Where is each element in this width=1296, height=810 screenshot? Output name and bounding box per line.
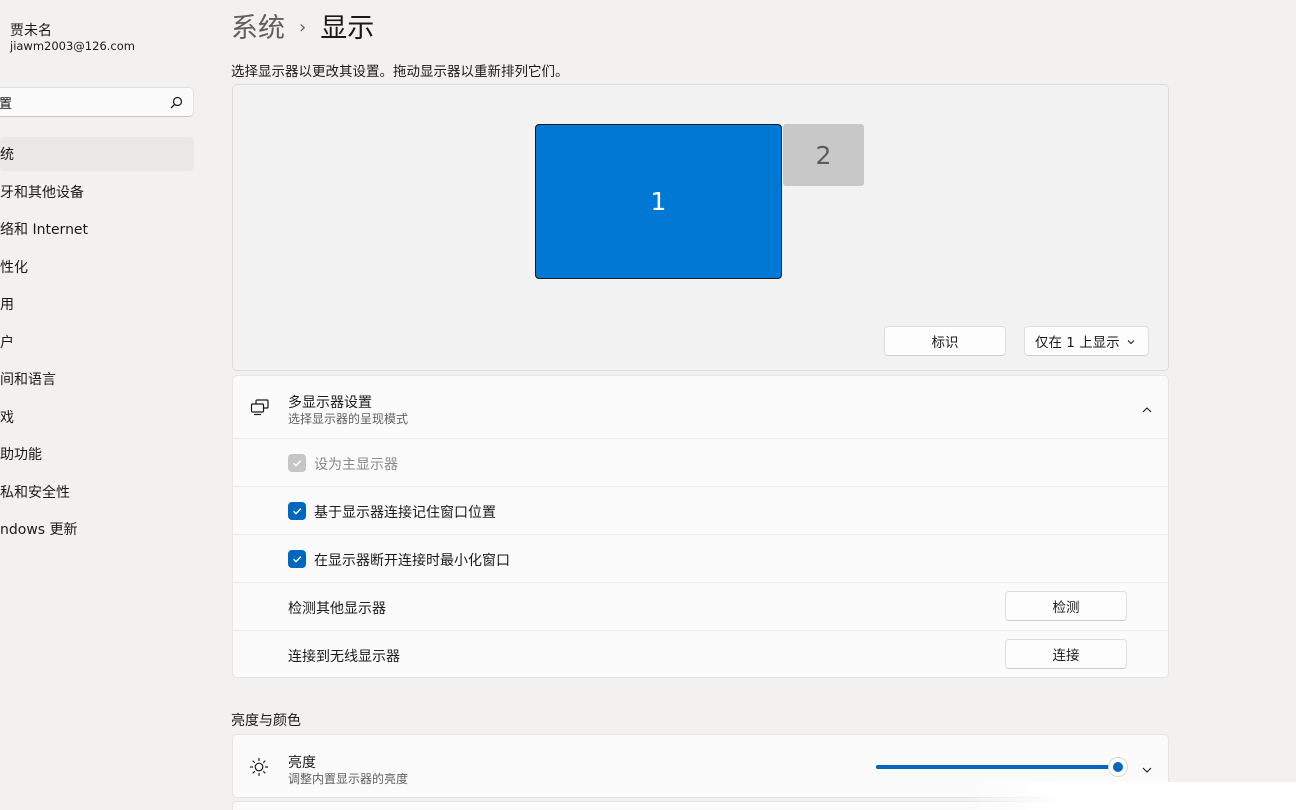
- sidebar-item-label: 络和 Internet: [0, 222, 89, 238]
- brightness-slider-thumb[interactable]: [1108, 757, 1128, 777]
- brightness-title: 亮度: [288, 755, 316, 771]
- sidebar-item-label: 私和安全性: [0, 484, 70, 501]
- detect-button[interactable]: 检测: [1005, 591, 1127, 621]
- multi-display-settings-card: 多显示器设置 选择显示器的呈现模式 设为主显示器 基于显示器连接记住窗口位置 在…: [232, 375, 1169, 678]
- sidebar-item-bluetooth[interactable]: 牙和其他设备: [0, 175, 194, 209]
- sidebar-item-gaming[interactable]: 戏: [0, 400, 194, 434]
- brightness-color-section-title: 亮度与颜色: [231, 713, 301, 729]
- breadcrumb: 系统 › 显示: [231, 6, 374, 45]
- remember-windows-row: 基于显示器连接记住窗口位置: [233, 487, 1168, 535]
- breadcrumb-parent[interactable]: 系统: [231, 6, 285, 45]
- chevron-up-icon[interactable]: [1141, 401, 1153, 420]
- multi-display-title: 多显示器设置: [288, 395, 372, 411]
- brightness-icon: [249, 757, 269, 781]
- search-input[interactable]: [0, 94, 149, 110]
- sidebar-item-network[interactable]: 络和 Internet: [0, 212, 194, 246]
- sidebar-item-accounts[interactable]: 户: [0, 325, 194, 359]
- brightness-slider-fill: [876, 765, 1118, 769]
- sidebar-nav: 统 牙和其他设备 络和 Internet 性化 用 户 间和语言 戏 助功能 私…: [0, 137, 194, 550]
- sidebar-item-label: 牙和其他设备: [0, 184, 84, 201]
- brightness-subtitle: 调整内置显示器的亮度: [288, 772, 409, 786]
- display-mode-value: 仅在 1 上显示: [1035, 335, 1120, 351]
- sidebar-item-system[interactable]: 统: [0, 137, 194, 171]
- multi-display-subtitle: 选择显示器的呈现模式: [288, 412, 409, 426]
- minimize-windows-row: 在显示器断开连接时最小化窗口: [233, 535, 1168, 583]
- sidebar-item-apps[interactable]: 用: [0, 287, 194, 321]
- sidebar-item-personalization[interactable]: 性化: [0, 250, 194, 284]
- minimize-windows-checkbox[interactable]: [288, 550, 306, 568]
- wireless-display-row: 连接到无线显示器 连接: [233, 631, 1168, 679]
- brightness-slider[interactable]: [876, 757, 1128, 777]
- user-email: jiawm2003@126.com: [10, 39, 135, 53]
- sidebar-item-windows-update[interactable]: ndows 更新: [0, 512, 194, 546]
- sidebar: 贾未名 jiawm2003@126.com 统 牙和其他设备 络和 Intern…: [0, 0, 205, 810]
- search-icon[interactable]: [169, 95, 183, 109]
- minimize-windows-label: 在显示器断开连接时最小化窗口: [314, 553, 510, 569]
- sidebar-item-label: ndows 更新: [0, 522, 78, 538]
- chevron-down-icon: [1126, 335, 1136, 351]
- user-name: 贾未名: [10, 23, 52, 39]
- detect-displays-label: 检测其他显示器: [288, 601, 386, 617]
- chevron-down-icon[interactable]: [1141, 761, 1153, 780]
- primary-display-label: 设为主显示器: [314, 457, 398, 473]
- sidebar-item-label: 戏: [0, 409, 14, 426]
- corner-overlay: [965, 782, 1296, 810]
- multi-display-header[interactable]: 多显示器设置 选择显示器的呈现模式: [233, 376, 1168, 439]
- display-arrangement-panel: 1 2 标识 仅在 1 上显示: [232, 84, 1169, 371]
- sidebar-item-label: 户: [0, 334, 14, 351]
- wireless-display-label: 连接到无线显示器: [288, 649, 400, 665]
- monitor-2[interactable]: 2: [783, 124, 864, 186]
- display-mode-select[interactable]: 仅在 1 上显示: [1024, 326, 1149, 356]
- primary-display-row: 设为主显示器: [233, 439, 1168, 487]
- identify-button[interactable]: 标识: [884, 326, 1006, 356]
- primary-display-checkbox: [288, 454, 306, 472]
- multi-monitor-icon: [250, 398, 270, 420]
- connect-button[interactable]: 连接: [1005, 639, 1127, 669]
- detect-displays-row: 检测其他显示器 检测: [233, 583, 1168, 631]
- sidebar-item-label: 间和语言: [0, 372, 56, 388]
- display-instruction: 选择显示器以更改其设置。拖动显示器以重新排列它们。: [231, 64, 569, 80]
- sidebar-item-label: 性化: [0, 259, 28, 276]
- search-box[interactable]: [0, 87, 194, 117]
- sidebar-item-accessibility[interactable]: 助功能: [0, 437, 194, 471]
- sidebar-item-label: 助功能: [0, 447, 42, 463]
- monitor-1[interactable]: 1: [535, 124, 782, 279]
- breadcrumb-separator: ›: [299, 17, 307, 38]
- sidebar-item-label: 用: [0, 297, 14, 313]
- remember-windows-label: 基于显示器连接记住窗口位置: [314, 505, 496, 521]
- sidebar-item-privacy[interactable]: 私和安全性: [0, 475, 194, 509]
- remember-windows-checkbox[interactable]: [288, 502, 306, 520]
- page-title: 显示: [320, 13, 375, 44]
- sidebar-item-time-language[interactable]: 间和语言: [0, 362, 194, 396]
- sidebar-item-label: 统: [0, 147, 14, 163]
